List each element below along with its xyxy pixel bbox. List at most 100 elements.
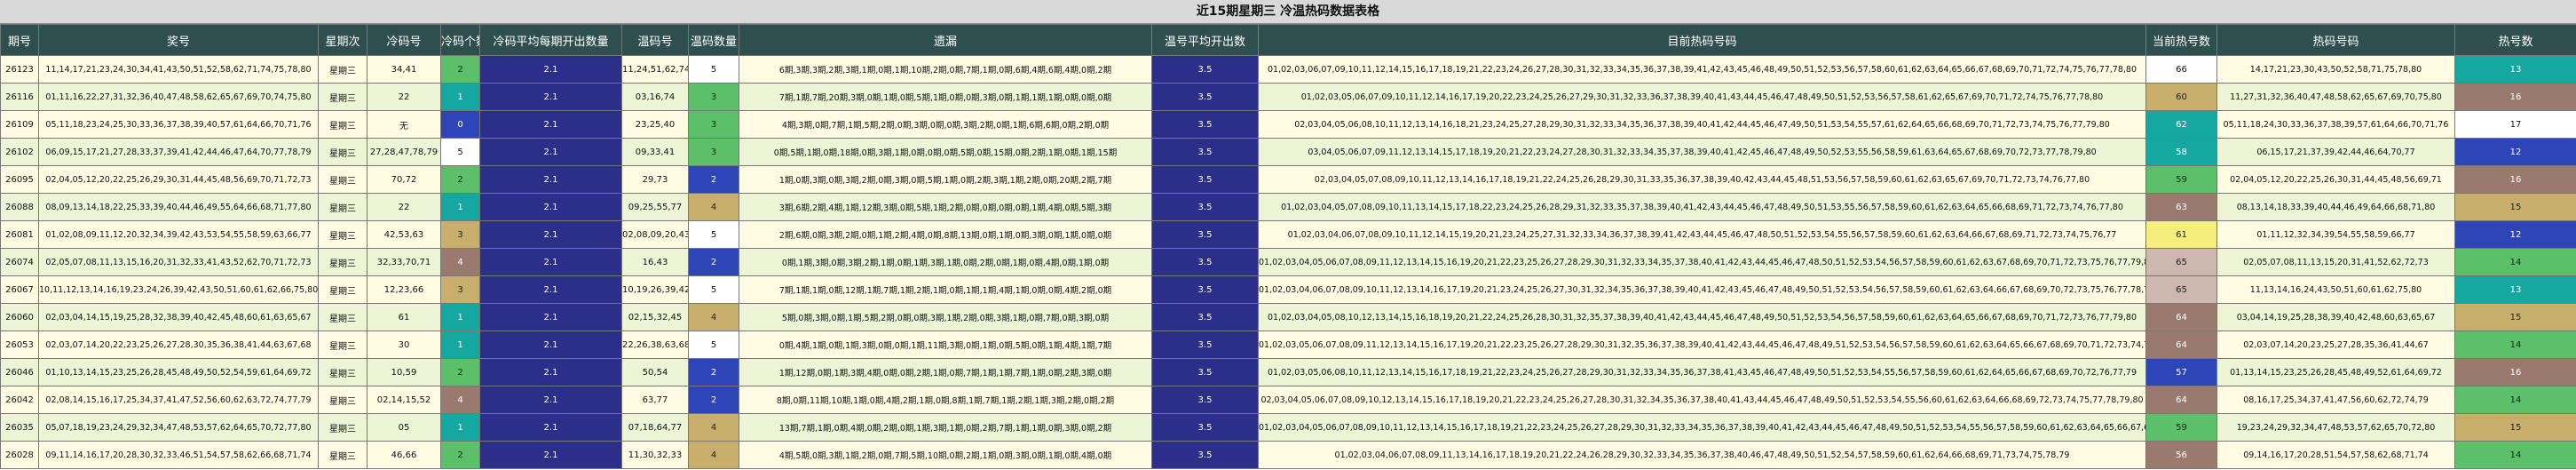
cell-prize: 02,03,07,14,20,22,23,25,26,27,28,30,35,3… — [38, 331, 319, 359]
cell-issue: 26028 — [0, 441, 39, 469]
cell-miss: 7期,1期,7期,20期,3期,0期,1期,0期,5期,1期,0期,0期,3期,… — [739, 83, 1152, 111]
cell-miss: 13期,7期,1期,0期,4期,0期,2期,0期,1期,3期,1期,0期,2期,… — [739, 413, 1152, 442]
cell-cold-avg: 2.1 — [479, 110, 622, 139]
cell-issue: 26060 — [0, 303, 39, 331]
cell-warm: 09,33,41 — [621, 138, 689, 166]
cell-warm-avg: 3.5 — [1151, 55, 1259, 84]
cell-miss: 5期,0期,3期,0期,1期,5期,2期,0期,0期,3期,1期,2期,0期,3… — [739, 303, 1152, 331]
cold-warm-hot-table: 期号 奖号 星期次 冷码号 冷码个数 冷码平均每期开出数量 温码号 温码数量 遗… — [0, 24, 2576, 469]
cell-warm-count: 5 — [688, 275, 739, 304]
cell-hot-count: 15 — [2454, 413, 2576, 442]
cell-cold-count: 3 — [440, 220, 480, 249]
cell-cold: 02,14,15,52 — [367, 386, 441, 414]
cell-hot-current: 02,03,04,05,06,07,08,09,10,12,13,14,15,1… — [1258, 386, 2146, 414]
cell-hot-current-count: 64 — [2145, 303, 2217, 331]
cell-weekday: 星期三 — [318, 165, 367, 194]
cell-warm-avg: 3.5 — [1151, 331, 1259, 359]
cell-hot-current: 01,02,03,04,05,06,07,08,09,10,11,12,13,1… — [1258, 413, 2146, 442]
cell-weekday: 星期三 — [318, 331, 367, 359]
header-issue: 期号 — [0, 24, 39, 56]
table-row: 26046 01,10,13,14,15,23,25,26,28,45,48,49… — [0, 358, 2576, 386]
cell-weekday: 星期三 — [318, 83, 367, 111]
cell-issue: 26067 — [0, 275, 39, 304]
cell-issue: 26102 — [0, 138, 39, 166]
table-row: 26035 05,07,18,19,23,24,29,32,34,47,48,53… — [0, 413, 2576, 442]
cell-warm-count: 3 — [688, 83, 739, 111]
table-row: 26081 01,02,08,09,11,12,20,32,34,39,42,43… — [0, 220, 2576, 249]
cell-cold-avg: 2.1 — [479, 303, 622, 331]
cell-hot-current-count: 59 — [2145, 165, 2217, 194]
cell-hot: 06,15,17,21,37,39,42,44,46,64,70,77 — [2216, 138, 2455, 166]
cell-warm-count: 2 — [688, 386, 739, 414]
cell-hot: 02,04,05,12,20,22,25,26,30,31,44,45,48,5… — [2216, 165, 2455, 194]
table-title: 近15期星期三 冷温热码数据表格 — [0, 0, 2576, 24]
cell-weekday: 星期三 — [318, 303, 367, 331]
cell-hot-count: 13 — [2454, 55, 2576, 84]
cell-miss: 4期,3期,0期,7期,1期,5期,2期,0期,3期,0期,0期,3期,2期,0… — [739, 110, 1152, 139]
cell-issue: 26109 — [0, 110, 39, 139]
cell-issue: 26042 — [0, 386, 39, 414]
cell-weekday: 星期三 — [318, 248, 367, 276]
cell-hot-current: 01,02,03,04,05,08,10,12,13,14,15,16,18,1… — [1258, 303, 2146, 331]
cell-cold-avg: 2.1 — [479, 220, 622, 249]
table-row: 26053 02,03,07,14,20,22,23,25,26,27,28,30… — [0, 331, 2576, 359]
cell-weekday: 星期三 — [318, 220, 367, 249]
cell-hot-current-count: 60 — [2145, 83, 2217, 111]
cell-cold: 22 — [367, 83, 441, 111]
table-row: 26109 05,11,18,23,24,25,30,33,36,37,38,39… — [0, 110, 2576, 139]
cell-hot-count: 14 — [2454, 248, 2576, 276]
cell-warm-avg: 3.5 — [1151, 220, 1259, 249]
cell-weekday: 星期三 — [318, 386, 367, 414]
cell-miss: 0期,5期,1期,0期,18期,0期,3期,1期,0期,0期,0期,5期,0期,… — [739, 138, 1152, 166]
cell-warm-count: 4 — [688, 193, 739, 221]
header-warm: 温码号 — [621, 24, 689, 56]
header-hot-current-count: 当前热号数 — [2145, 24, 2217, 56]
cell-warm: 03,16,74 — [621, 83, 689, 111]
cell-miss: 0期,4期,1期,0期,1期,3期,0期,0期,1期,11期,3期,0期,1期,… — [739, 331, 1152, 359]
cell-hot-current-count: 62 — [2145, 110, 2217, 139]
cell-cold-avg: 2.1 — [479, 165, 622, 194]
cell-cold-count: 3 — [440, 275, 480, 304]
cell-cold-count: 4 — [440, 386, 480, 414]
cell-issue: 26088 — [0, 193, 39, 221]
cell-hot-count: 16 — [2454, 358, 2576, 386]
cell-weekday: 星期三 — [318, 55, 367, 84]
cell-weekday: 星期三 — [318, 110, 367, 139]
header-warm-avg: 温号平均开出数 — [1151, 24, 1259, 56]
cell-hot: 01,11,12,32,34,39,54,55,58,59,66,77 — [2216, 220, 2455, 249]
cell-hot: 19,23,24,29,32,34,47,48,53,57,62,65,70,7… — [2216, 413, 2455, 442]
table-row: 26123 11,14,17,21,23,24,30,34,41,43,50,51… — [0, 55, 2576, 84]
cell-prize: 10,11,12,13,14,16,19,23,24,26,39,42,43,5… — [38, 275, 319, 304]
cell-prize: 01,02,08,09,11,12,20,32,34,39,42,43,53,5… — [38, 220, 319, 249]
cell-warm-avg: 3.5 — [1151, 386, 1259, 414]
cell-cold: 12,23,66 — [367, 275, 441, 304]
cell-warm-count: 4 — [688, 441, 739, 469]
cell-hot-current-count: 56 — [2145, 441, 2217, 469]
cell-hot-current-count: 59 — [2145, 413, 2217, 442]
cell-warm-avg: 3.5 — [1151, 275, 1259, 304]
cell-hot-current-count: 57 — [2145, 358, 2217, 386]
cell-warm: 10,19,26,39,42 — [621, 275, 689, 304]
cell-cold-count: 2 — [440, 441, 480, 469]
cell-issue: 26053 — [0, 331, 39, 359]
cell-miss: 2期,6期,0期,3期,2期,0期,1期,2期,4期,0期,8期,13期,0期,… — [739, 220, 1152, 249]
cell-warm: 11,30,32,33 — [621, 441, 689, 469]
cell-warm-avg: 3.5 — [1151, 303, 1259, 331]
cell-hot-count: 12 — [2454, 220, 2576, 249]
cell-warm-count: 5 — [688, 220, 739, 249]
cell-warm: 23,25,40 — [621, 110, 689, 139]
table-row: 26088 08,09,13,14,18,22,25,33,39,40,44,46… — [0, 193, 2576, 221]
cell-warm-avg: 3.5 — [1151, 83, 1259, 111]
table-row: 26095 02,04,05,12,20,22,25,26,29,30,31,44… — [0, 165, 2576, 194]
header-row: 期号 奖号 星期次 冷码号 冷码个数 冷码平均每期开出数量 温码号 温码数量 遗… — [0, 24, 2576, 56]
table-row: 26067 10,11,12,13,14,16,19,23,24,26,39,42… — [0, 275, 2576, 304]
cell-warm-avg: 3.5 — [1151, 358, 1259, 386]
cell-weekday: 星期三 — [318, 193, 367, 221]
cell-warm-count: 3 — [688, 138, 739, 166]
cell-hot-count: 17 — [2454, 110, 2576, 139]
cell-hot: 11,13,14,16,24,43,50,51,60,61,62,75,80 — [2216, 275, 2455, 304]
table-row: 26116 01,11,16,22,27,31,32,36,40,47,48,58… — [0, 83, 2576, 111]
cell-hot-current: 01,02,03,05,06,08,10,11,12,13,14,15,16,1… — [1258, 358, 2146, 386]
cell-issue: 26095 — [0, 165, 39, 194]
header-warm-count: 温码数量 — [688, 24, 739, 56]
